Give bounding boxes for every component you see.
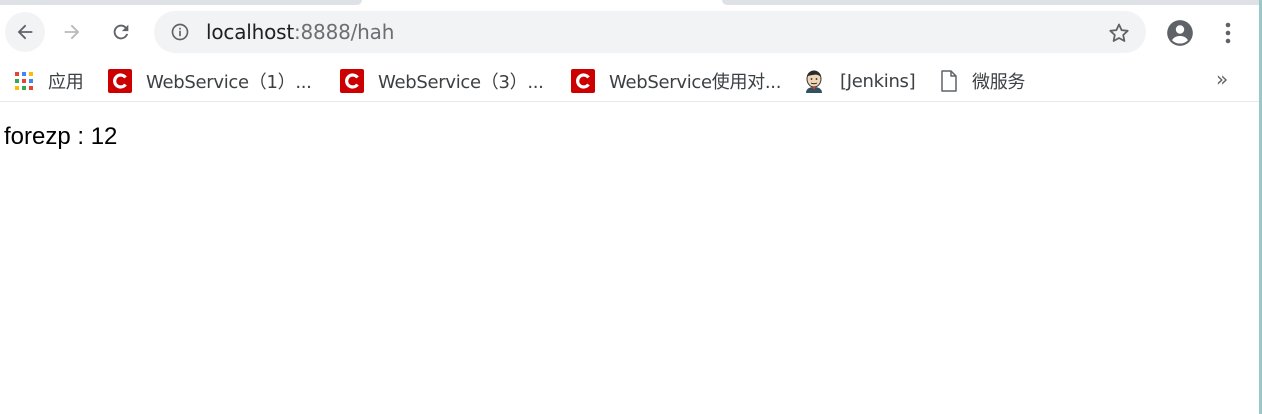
address-bar[interactable]: localhost:8888/hah — [154, 11, 1146, 53]
bookmark-webservice-3[interactable]: WebService（3）... — [340, 67, 544, 95]
csdn-c-icon — [108, 69, 132, 93]
bookmarks-bar: 应用 WebService（1）... WebService（3）... Web… — [0, 59, 1262, 102]
forward-button[interactable] — [52, 12, 92, 52]
csdn-c-icon — [571, 69, 595, 93]
csdn-c-icon — [340, 69, 364, 93]
jenkins-icon — [806, 70, 822, 93]
bookmark-label: [Jenkins] — [840, 70, 916, 92]
bookmark-webservice-1[interactable]: WebService（1）... — [108, 67, 312, 95]
apps-grid-icon — [15, 72, 33, 90]
info-icon[interactable] — [170, 22, 190, 42]
address-bar-url[interactable]: localhost:8888/hah — [206, 21, 394, 43]
url-path: :8888/hah — [293, 20, 395, 44]
back-button[interactable] — [5, 12, 45, 52]
page-body-text: forezp : 12 — [4, 123, 118, 150]
bookmark-label: WebService使用对... — [609, 72, 782, 93]
reload-button[interactable] — [101, 12, 141, 52]
bookmark-apps[interactable]: 应用 — [14, 67, 84, 95]
bookmark-label: 应用 — [48, 72, 84, 93]
forward-arrow-icon — [64, 24, 80, 40]
url-host: localhost — [206, 20, 294, 44]
page-icon — [941, 70, 957, 92]
kebab-menu-icon[interactable] — [1216, 19, 1240, 47]
account-icon[interactable] — [1166, 19, 1194, 47]
bookmark-jenkins[interactable]: [Jenkins] — [802, 67, 916, 95]
bookmark-star-icon[interactable] — [1107, 21, 1131, 45]
reload-icon — [113, 24, 129, 40]
bookmark-label: WebService（3）... — [378, 72, 544, 93]
bookmark-webservice-usage[interactable]: WebService使用对... — [571, 67, 781, 95]
browser-toolbar: localhost:8888/hah — [0, 5, 1262, 59]
bookmark-label: WebService（1）... — [146, 72, 312, 93]
bookmarks-overflow-button[interactable]: » — [1216, 67, 1228, 91]
bookmark-label: 微服务 — [972, 72, 1026, 93]
bookmark-microservice[interactable]: 微服务 — [940, 67, 1025, 95]
back-arrow-icon — [17, 24, 33, 40]
